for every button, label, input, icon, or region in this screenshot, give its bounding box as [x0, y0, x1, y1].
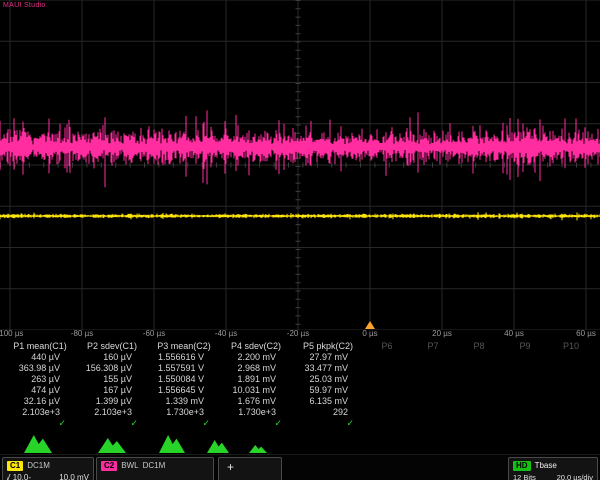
measure-value: 2.103e+3 [76, 407, 148, 418]
time-label: 60 µs [576, 329, 596, 338]
measure-value: 155 µV [76, 374, 148, 385]
measure-value: 1.891 mV [220, 374, 292, 385]
hd-badge: HD [513, 461, 531, 471]
c1-trace [0, 212, 600, 220]
measure-value: 59.97 mV [292, 385, 364, 396]
measure-value: 1.730e+3 [220, 407, 292, 418]
measure-value: 2.103e+3 [4, 407, 76, 418]
measure-value: 263 µV [4, 374, 76, 385]
c1-vdiv: 10.0 mV [59, 473, 89, 480]
channel-c1-descriptor[interactable]: C1 DC1M -10.0 mV 10.0 mV [2, 457, 94, 480]
measure-value: 363.98 µV [4, 363, 76, 374]
c1-tag: C1 [7, 461, 23, 471]
param-header-p2[interactable]: P2 sdev(C1) [76, 340, 148, 352]
time-label: 0 µs [362, 329, 377, 338]
param-header-p1[interactable]: P1 mean(C1) [4, 340, 76, 352]
status-check: ✓ [220, 418, 292, 429]
time-label: -80 µs [71, 329, 93, 338]
measure-value: 156.308 µV [76, 363, 148, 374]
measure-value: 1.556645 V [148, 385, 220, 396]
c2-noise-trace [0, 110, 600, 187]
c1-offset: -10.0 mV [7, 473, 31, 480]
measure-value: 1.399 µV [76, 396, 148, 407]
timebase-bits: 12 Bits [513, 473, 536, 480]
time-label: -20 µs [287, 329, 309, 338]
measure-row-status: ✓ ✓ ✓ ✓ ✓ [4, 418, 596, 429]
measure-row-mean: 363.98 µV 156.308 µV 1.557591 V 2.968 mV… [4, 363, 596, 374]
c1-coupling: DC1M [27, 461, 50, 471]
param-header-p6[interactable]: P6 [364, 340, 410, 352]
measure-value: 1.556616 V [148, 352, 220, 363]
channel-c2-descriptor[interactable]: C2 BWL DC1M [96, 457, 214, 480]
measure-header-row: P1 mean(C1) P2 sdev(C1) P3 mean(C2) P4 s… [4, 340, 596, 352]
measure-row-max: 474 µV 167 µV 1.556645 V 10.031 mV 59.97… [4, 385, 596, 396]
measure-value: 10.031 mV [220, 385, 292, 396]
measure-value: 25.03 mV [292, 374, 364, 385]
param-header-p8[interactable]: P8 [456, 340, 502, 352]
measure-value: 292 [292, 407, 364, 418]
measure-value: 167 µV [76, 385, 148, 396]
time-label: 40 µs [504, 329, 524, 338]
measure-value: 6.135 mV [292, 396, 364, 407]
measure-value: 1.557591 V [148, 363, 220, 374]
time-label: -60 µs [143, 329, 165, 338]
waveform-display[interactable]: MAUI Studio -100 µs -80 µs -60 µs -40 µs… [0, 0, 600, 338]
histicons-svg [0, 430, 600, 454]
measure-value: 1.550084 V [148, 374, 220, 385]
measure-row-value: 440 µV 160 µV 1.556616 V 2.200 mV 27.97 … [4, 352, 596, 363]
measure-value: 33.477 mV [292, 363, 364, 374]
param-header-p4[interactable]: P4 sdev(C2) [220, 340, 292, 352]
param-header-p5[interactable]: P5 pkpk(C2) [292, 340, 364, 352]
measure-value: 2.200 mV [220, 352, 292, 363]
measure-value: 440 µV [4, 352, 76, 363]
param-header-p10[interactable]: P10 [548, 340, 594, 352]
plus-icon: + [223, 460, 277, 474]
waveform-svg [0, 0, 600, 330]
param-header-p9[interactable]: P9 [502, 340, 548, 352]
measure-row-min: 263 µV 155 µV 1.550084 V 1.891 mV 25.03 … [4, 374, 596, 385]
measure-value: 1.730e+3 [148, 407, 220, 418]
oscilloscope-screen: MAUI Studio -100 µs -80 µs -60 µs -40 µs… [0, 0, 600, 480]
c2-coupling: DC1M [143, 461, 166, 471]
add-trace-button[interactable]: + [218, 457, 282, 480]
measure-value: 27.97 mV [292, 352, 364, 363]
bottom-bar: C1 DC1M -10.0 mV 10.0 mV C2 BWL DC1M + H… [0, 454, 600, 480]
time-label: 20 µs [432, 329, 452, 338]
time-label: -100 µs [0, 329, 23, 338]
param-header-p3[interactable]: P3 mean(C2) [148, 340, 220, 352]
status-check: ✓ [76, 418, 148, 429]
status-check: ✓ [292, 418, 364, 429]
measure-value: 32.16 µV [4, 396, 76, 407]
timebase-descriptor[interactable]: HD Tbase 12 Bits 20.0 µs/div [508, 457, 598, 480]
trigger-marker[interactable] [365, 321, 375, 329]
timebase-tdiv: 20.0 µs/div [557, 473, 593, 480]
measure-value: 474 µV [4, 385, 76, 396]
measure-row-num: 2.103e+3 2.103e+3 1.730e+3 1.730e+3 292 [4, 407, 596, 418]
timebase-label: Tbase [535, 461, 557, 471]
c2-tag: C2 [101, 461, 117, 471]
histicons [0, 430, 600, 454]
status-check: ✓ [148, 418, 220, 429]
status-check: ✓ [4, 418, 76, 429]
param-header-p7[interactable]: P7 [410, 340, 456, 352]
time-axis: -100 µs -80 µs -60 µs -40 µs -20 µs 0 µs… [0, 329, 600, 339]
time-label: -40 µs [215, 329, 237, 338]
measure-row-sdev: 32.16 µV 1.399 µV 1.339 mV 1.676 mV 6.13… [4, 396, 596, 407]
measure-value: 1.676 mV [220, 396, 292, 407]
measure-table: P1 mean(C1) P2 sdev(C1) P3 mean(C2) P4 s… [4, 340, 596, 429]
measure-value: 2.968 mV [220, 363, 292, 374]
measure-value: 1.339 mV [148, 396, 220, 407]
measure-value: 160 µV [76, 352, 148, 363]
status-label: MAUI Studio [3, 2, 46, 9]
c2-bwl: BWL [121, 461, 138, 471]
